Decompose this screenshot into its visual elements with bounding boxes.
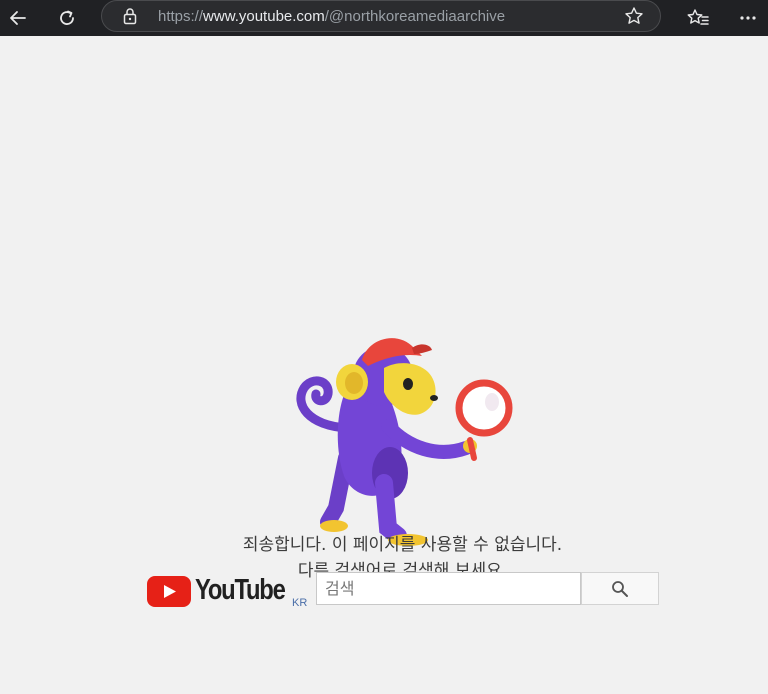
region-code: KR xyxy=(292,597,308,609)
url-host: www.youtube.com xyxy=(203,8,325,25)
youtube-wordmark: YouTube xyxy=(195,574,286,606)
search-icon xyxy=(612,580,628,597)
back-button[interactable] xyxy=(0,0,36,36)
url-text[interactable]: https://www.youtube.com/@northkoreamedia… xyxy=(158,8,505,25)
refresh-button[interactable] xyxy=(49,0,85,36)
address-bar[interactable]: https://www.youtube.com/@northkoreamedia… xyxy=(101,0,661,32)
search-input[interactable] xyxy=(316,572,581,605)
monkey-illustration xyxy=(296,338,513,546)
more-button[interactable] xyxy=(730,0,766,36)
favorites-button[interactable] xyxy=(680,0,716,36)
star-icon[interactable] xyxy=(624,6,644,30)
browser-toolbar: https://www.youtube.com/@northkoreamedia… xyxy=(0,0,768,36)
more-icon xyxy=(740,16,756,20)
search-button[interactable] xyxy=(581,572,659,605)
lock-icon[interactable] xyxy=(122,7,138,29)
url-path: /@northkoreamediaarchive xyxy=(324,8,506,25)
youtube-logo[interactable]: YouTube KR xyxy=(147,574,307,614)
favorites-icon xyxy=(687,9,709,25)
error-message: 죄송합니다. 이 페이지를 사용할 수 없습니다. xyxy=(242,535,563,555)
back-icon xyxy=(10,11,26,25)
url-prefix: https:// xyxy=(158,8,204,25)
refresh-icon xyxy=(60,10,74,25)
youtube-play-icon xyxy=(147,576,191,607)
